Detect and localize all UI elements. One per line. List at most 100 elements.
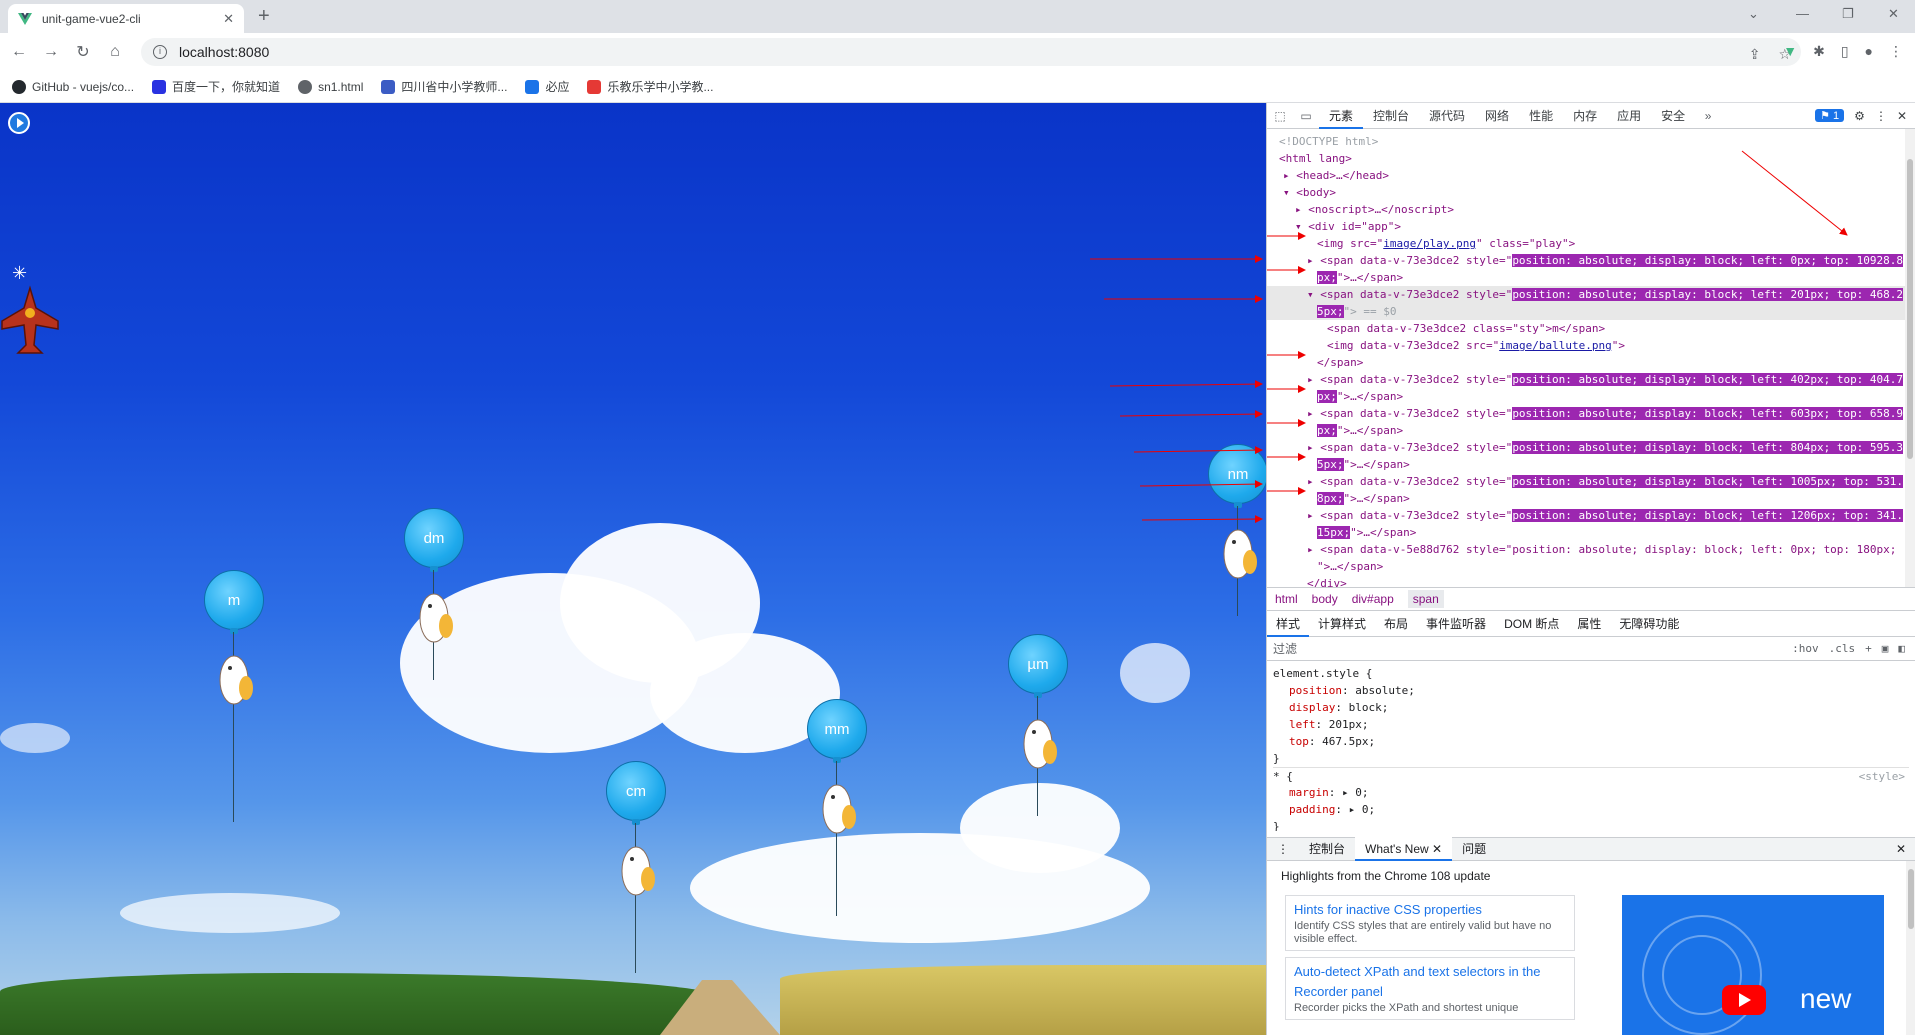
side-panel-icon[interactable]: ▯	[1841, 43, 1849, 60]
style-source-link[interactable]: <style>	[1859, 768, 1905, 784]
subtab-computed[interactable]: 计算样式	[1309, 611, 1375, 637]
balloon[interactable]: µm	[1008, 634, 1068, 694]
game-viewport[interactable]: ✳ m dm cm mm µm nm	[0, 103, 1266, 1035]
profile-avatar-icon[interactable]: ●	[1865, 43, 1873, 60]
close-devtools-icon[interactable]: ✕	[1897, 109, 1907, 123]
reload-icon[interactable]: ↻	[70, 42, 96, 62]
subtab-dom-breakpoints[interactable]: DOM 断点	[1495, 611, 1568, 637]
drawer-scrollbar[interactable]	[1906, 861, 1915, 1035]
balloon[interactable]: mm	[807, 699, 867, 759]
balloon[interactable]: m	[204, 570, 264, 630]
tab-application[interactable]: 应用	[1607, 103, 1651, 129]
play-button[interactable]	[8, 112, 30, 134]
elements-tree[interactable]: <!DOCTYPE html> <html lang> ▸ <head>…</h…	[1267, 129, 1915, 587]
restore-icon[interactable]: ❐	[1842, 6, 1854, 22]
style-prop[interactable]: display: block;	[1273, 699, 1909, 716]
balloon-mm[interactable]: mm	[799, 699, 879, 969]
drawer-menu-icon[interactable]: ⋮	[1267, 837, 1299, 861]
tab-memory[interactable]: 内存	[1563, 103, 1607, 129]
bookmark-item[interactable]: 四川省中小学教师...	[381, 78, 507, 95]
new-tab-icon[interactable]: +	[258, 6, 270, 26]
omnibox[interactable]: i localhost:8080 ⇪ ☆	[141, 38, 1801, 66]
balloon-dm[interactable]: dm	[396, 508, 476, 778]
balloon[interactable]: dm	[404, 508, 464, 568]
more-tabs-icon[interactable]: »	[1695, 109, 1721, 123]
share-icon[interactable]: ⇪	[1749, 46, 1761, 63]
rule-selector[interactable]: element.style {	[1273, 665, 1909, 682]
tab-sources[interactable]: 源代码	[1419, 103, 1475, 129]
bookmark-item[interactable]: 百度一下，你就知道	[152, 78, 280, 95]
hov-toggle[interactable]: :hov	[1792, 642, 1819, 655]
whats-new-card[interactable]: Hints for inactive CSS properties Identi…	[1285, 895, 1575, 951]
tab-performance[interactable]: 性能	[1519, 103, 1563, 129]
balloon[interactable]: cm	[606, 761, 666, 821]
youtube-play-icon[interactable]	[1722, 985, 1766, 1015]
computed-toggle-icon[interactable]: ▣	[1882, 642, 1889, 655]
new-rule-icon[interactable]: +	[1865, 642, 1872, 655]
style-prop[interactable]: left: 201px;	[1273, 716, 1909, 733]
extensions-icon[interactable]: ✱	[1813, 43, 1825, 60]
inspect-element-icon[interactable]: ⬚	[1267, 109, 1293, 123]
style-prop[interactable]: margin: ▸ 0;	[1273, 784, 1909, 801]
subtab-properties[interactable]: 属性	[1568, 611, 1610, 637]
settings-gear-icon[interactable]: ⚙	[1854, 109, 1865, 123]
url-text[interactable]: localhost:8080	[179, 44, 269, 60]
balloon-um[interactable]: µm	[1000, 634, 1080, 904]
device-toolbar-icon[interactable]: ▭	[1293, 109, 1319, 123]
bookmark-item[interactable]: sn1.html	[298, 79, 363, 94]
style-prop[interactable]: top: 467.5px;	[1273, 733, 1909, 750]
rule-selector[interactable]: * {<style>	[1273, 767, 1909, 784]
style-prop[interactable]: position: absolute;	[1273, 682, 1909, 699]
vue-devtools-extension-icon[interactable]: ▼	[1783, 43, 1797, 60]
tab-search-icon[interactable]: ⌄	[1748, 6, 1759, 22]
tab-close-icon[interactable]: ✕	[223, 11, 234, 27]
fighter-plane[interactable]	[0, 283, 60, 358]
subtab-layout[interactable]: 布局	[1375, 611, 1417, 637]
rule-close: }	[1273, 820, 1280, 831]
balloon-m[interactable]: m	[196, 570, 276, 840]
dom-breadcrumb: html body div#app span	[1267, 587, 1915, 611]
site-info-icon[interactable]: i	[153, 45, 167, 59]
tab-network[interactable]: 网络	[1475, 103, 1519, 129]
filter-input[interactable]: 过滤	[1273, 640, 1297, 657]
back-icon[interactable]: ←	[6, 43, 32, 61]
elements-scrollbar[interactable]	[1905, 129, 1915, 587]
forward-icon[interactable]: →	[38, 43, 64, 61]
crumb-body[interactable]: body	[1312, 592, 1338, 606]
sidebar-toggle-icon[interactable]: ◧	[1898, 642, 1905, 655]
browser-tab[interactable]: unit-game-vue2-cli ✕	[8, 4, 244, 33]
style-prop[interactable]: padding: ▸ 0;	[1273, 801, 1909, 818]
minimize-icon[interactable]: —	[1796, 6, 1809, 21]
issues-badge[interactable]: ⚑ 1	[1815, 109, 1845, 122]
drawer-tab-issues[interactable]: 问题	[1452, 837, 1496, 861]
menu-kebab-icon[interactable]: ⋮	[1889, 43, 1903, 60]
cls-toggle[interactable]: .cls	[1829, 642, 1856, 655]
bookmark-item[interactable]: 乐教乐学中小学教...	[587, 78, 713, 95]
balloon-cm[interactable]: cm	[598, 761, 678, 1031]
styles-filter[interactable]: 过滤 :hov .cls + ▣ ◧	[1267, 637, 1915, 661]
tab-console[interactable]: 控制台	[1363, 103, 1419, 129]
subtab-event-listeners[interactable]: 事件监听器	[1417, 611, 1495, 637]
bookmark-item[interactable]: GitHub - vuejs/co...	[12, 79, 134, 94]
whats-new-card[interactable]: Auto-detect XPath and text selectors in …	[1285, 957, 1575, 1020]
crumb-html[interactable]: html	[1275, 592, 1298, 606]
whats-new-video-thumbnail[interactable]: new	[1622, 895, 1884, 1035]
drawer-tab-console[interactable]: 控制台	[1299, 837, 1355, 861]
crumb-div-app[interactable]: div#app	[1352, 592, 1394, 606]
drawer-tab-whats-new[interactable]: What's New ✕	[1355, 837, 1453, 861]
cloud	[120, 893, 340, 933]
close-drawer-icon[interactable]: ✕	[1896, 842, 1915, 856]
tab-security[interactable]: 安全	[1651, 103, 1695, 129]
bookmark-item[interactable]: 必应	[525, 78, 569, 95]
home-icon[interactable]: ⌂	[102, 43, 128, 61]
close-window-icon[interactable]: ✕	[1888, 6, 1899, 22]
tab-elements[interactable]: 元素	[1319, 103, 1364, 129]
close-tab-icon[interactable]: ✕	[1432, 842, 1442, 856]
address-bar: ← → ↻ ⌂ i localhost:8080 ⇪ ☆ ▼ ✱ ▯ ● ⋮	[0, 33, 1915, 71]
subtab-accessibility[interactable]: 无障碍功能	[1610, 611, 1688, 637]
devtools-menu-icon[interactable]: ⋮	[1875, 109, 1887, 123]
crumb-span[interactable]: span	[1407, 590, 1444, 608]
bing-search-icon	[525, 79, 540, 94]
styles-pane[interactable]: element.style { position: absolute; disp…	[1267, 661, 1915, 831]
subtab-styles[interactable]: 样式	[1267, 611, 1310, 637]
